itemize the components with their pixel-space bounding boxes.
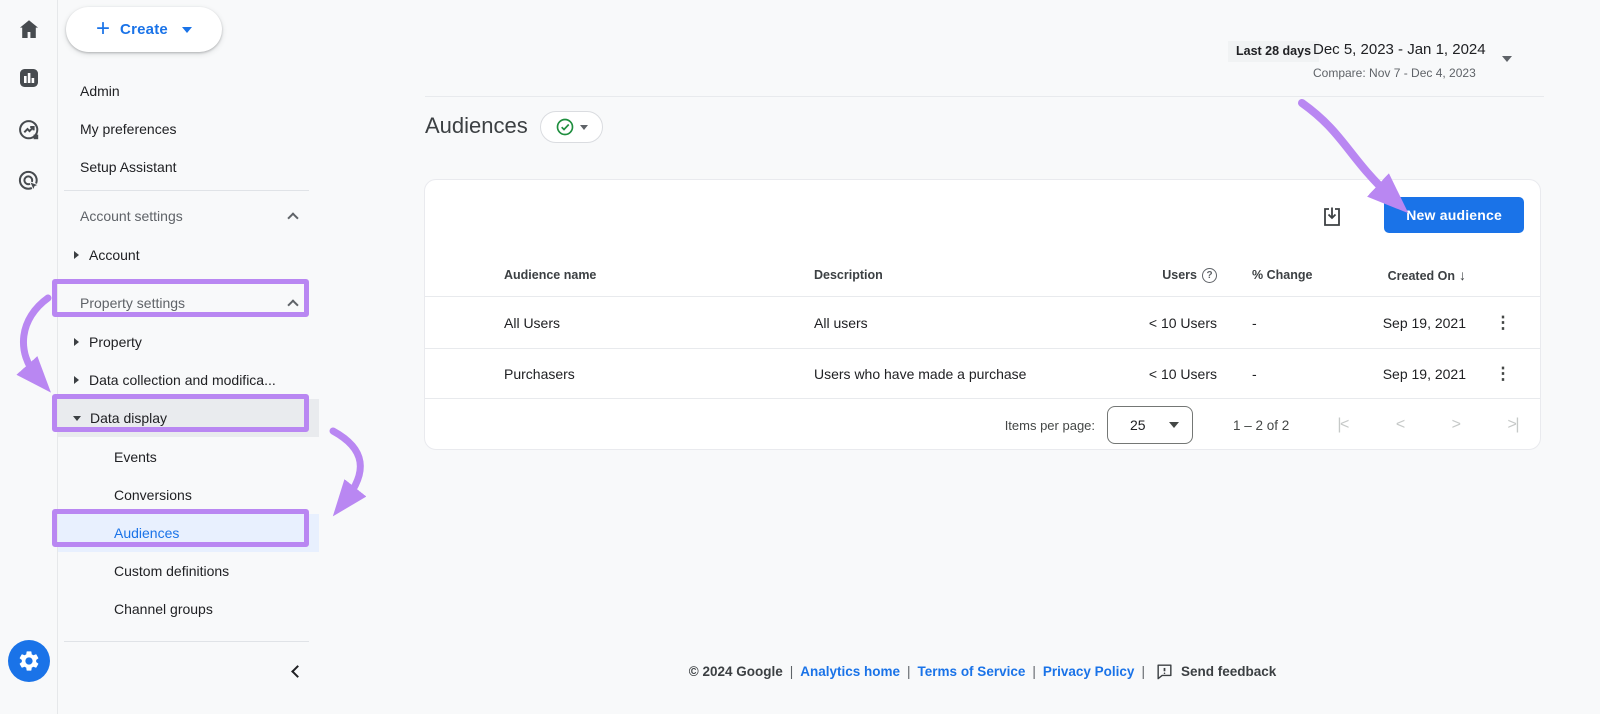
- section-property-settings[interactable]: Property settings: [58, 284, 319, 322]
- collection-status-dropdown[interactable]: [540, 111, 603, 143]
- footer-link-terms-of-service[interactable]: Terms of Service: [918, 664, 1026, 679]
- cell-change: -: [1252, 314, 1257, 331]
- pagination-bar: Items per page: 25 1 – 2 of 2 |< < > >|: [425, 398, 1540, 451]
- arrow-to-audiences: [329, 427, 367, 517]
- sidebar-divider: [64, 641, 309, 642]
- section-account-settings[interactable]: Account settings: [58, 197, 319, 235]
- sidebar-item-data-collection[interactable]: Data collection and modifica...: [58, 361, 319, 399]
- column-header-description[interactable]: Description: [814, 268, 1125, 282]
- sidebar-item-channel-groups[interactable]: Channel groups: [58, 590, 319, 628]
- reports-icon[interactable]: [17, 66, 41, 90]
- sidebar-divider: [64, 190, 309, 191]
- help-icon[interactable]: ?: [1202, 267, 1217, 283]
- copyright-label: © 2024 Google: [688, 664, 783, 679]
- column-header-users[interactable]: Users ?: [1162, 267, 1217, 283]
- cell-created-on: Sep 19, 2021: [1382, 365, 1466, 382]
- cell-users: < 10 Users: [1148, 314, 1217, 331]
- chevron-down-icon: [73, 415, 81, 421]
- card-toolbar: New audience: [425, 180, 1540, 254]
- sidebar-item-events[interactable]: Events: [58, 438, 319, 476]
- items-per-page-select[interactable]: 25: [1107, 406, 1194, 444]
- table-row[interactable]: Purchasers Users who have made a purchas…: [425, 348, 1540, 398]
- column-header-audience-name[interactable]: Audience name: [504, 268, 814, 282]
- cell-change: -: [1252, 365, 1257, 382]
- cell-audience-name[interactable]: Purchasers: [504, 366, 814, 382]
- feedback-icon: [1157, 664, 1172, 680]
- footer-link-analytics-home[interactable]: Analytics home: [800, 664, 900, 679]
- chevron-right-icon: [74, 338, 79, 346]
- header-divider: [425, 96, 1544, 97]
- cell-users: < 10 Users: [1148, 365, 1217, 382]
- chevron-down-icon: [580, 124, 588, 130]
- download-icon[interactable]: [1320, 205, 1344, 229]
- chevron-up-icon: [287, 212, 299, 224]
- date-compare-label: Compare: Nov 7 - Dec 4, 2023: [1313, 66, 1476, 80]
- items-per-page-value: 25: [1130, 417, 1146, 433]
- create-button[interactable]: + Create: [66, 7, 222, 52]
- row-menu-icon[interactable]: ⋮: [1487, 360, 1520, 387]
- sidebar-item-custom-definitions[interactable]: Custom definitions: [58, 552, 319, 590]
- sidebar-item-admin[interactable]: Admin: [58, 72, 319, 110]
- sidebar-item-conversions[interactable]: Conversions: [58, 476, 319, 514]
- date-range-label[interactable]: Dec 5, 2023 - Jan 1, 2024: [1313, 41, 1486, 58]
- next-page-icon[interactable]: >: [1452, 416, 1461, 434]
- chevron-right-icon: [74, 251, 79, 259]
- chevron-right-icon: [74, 376, 79, 384]
- new-audience-button[interactable]: New audience: [1384, 197, 1524, 233]
- advertising-icon[interactable]: [17, 169, 41, 193]
- home-icon[interactable]: [17, 17, 41, 41]
- footer-link-privacy-policy[interactable]: Privacy Policy: [1043, 664, 1135, 679]
- sidebar-item-setup-assistant[interactable]: Setup Assistant: [58, 148, 319, 186]
- audiences-card: New audience Audience name Description U…: [424, 179, 1541, 450]
- items-per-page-label: Items per page:: [1004, 417, 1096, 433]
- create-button-label: Create: [120, 21, 168, 38]
- sidebar-item-account[interactable]: Account: [58, 236, 319, 274]
- column-header-created-on[interactable]: Created On ↓: [1388, 267, 1466, 283]
- sidebar-item-property[interactable]: Property: [58, 323, 319, 361]
- sort-descending-icon: ↓: [1459, 267, 1466, 283]
- pagination-range-label: 1 – 2 of 2: [1233, 417, 1290, 433]
- cell-description: Users who have made a purchase: [814, 365, 1027, 382]
- collapse-sidebar-button[interactable]: [282, 656, 312, 686]
- cell-created-on: Sep 19, 2021: [1382, 314, 1466, 331]
- page-footer: © 2024 Google | Analytics home | Terms o…: [688, 664, 1277, 680]
- last-page-icon[interactable]: >|: [1508, 416, 1520, 434]
- first-page-icon[interactable]: |<: [1337, 416, 1349, 434]
- send-feedback-label[interactable]: Send feedback: [1181, 664, 1276, 679]
- chevron-down-icon: [181, 26, 192, 33]
- table-row[interactable]: All Users All users < 10 Users - Sep 19,…: [425, 296, 1540, 348]
- chevron-down-icon: [1169, 422, 1180, 428]
- previous-page-icon[interactable]: <: [1396, 416, 1405, 434]
- check-circle-icon: [556, 118, 574, 136]
- admin-sidebar: Admin My preferences Setup Assistant Acc…: [58, 0, 320, 714]
- cell-audience-name[interactable]: All Users: [504, 315, 814, 331]
- chevron-down-icon[interactable]: [1502, 56, 1512, 62]
- cell-description: All users: [814, 314, 868, 331]
- chevron-up-icon: [287, 299, 299, 311]
- explore-icon[interactable]: [17, 118, 41, 142]
- column-header-change[interactable]: % Change: [1217, 268, 1372, 282]
- sidebar-item-data-display[interactable]: Data display: [58, 399, 319, 437]
- page-title: Audiences: [425, 113, 528, 138]
- plus-icon: +: [96, 14, 111, 42]
- row-menu-icon[interactable]: ⋮: [1487, 309, 1520, 336]
- settings-gear-icon[interactable]: [8, 640, 50, 682]
- chevron-left-icon: [290, 664, 304, 678]
- date-preset-chip: Last 28 days: [1228, 41, 1320, 62]
- sidebar-item-audiences[interactable]: Audiences: [58, 514, 319, 552]
- app-icon-rail: [0, 0, 58, 714]
- table-header-row: Audience name Description Users ? % Chan…: [425, 254, 1540, 296]
- sidebar-item-my-preferences[interactable]: My preferences: [58, 110, 319, 148]
